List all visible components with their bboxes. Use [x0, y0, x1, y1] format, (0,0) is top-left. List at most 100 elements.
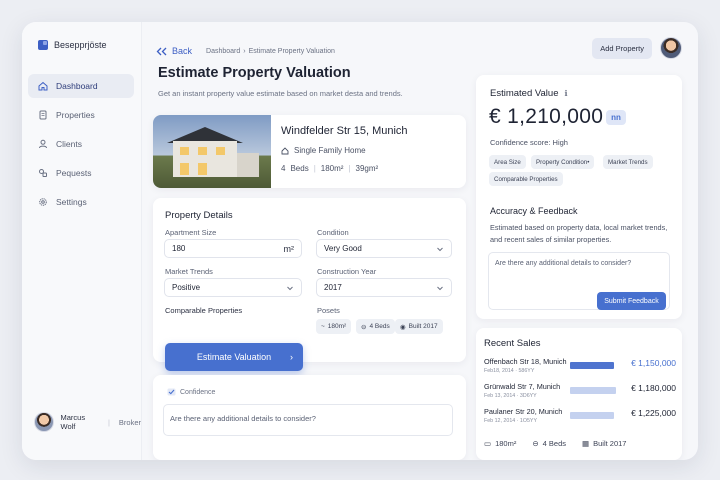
sidebar-item-label: Properties — [56, 110, 95, 120]
brand-logo-icon — [38, 40, 48, 50]
beds-chip[interactable]: ⊖ 4 Beds — [356, 319, 395, 334]
submit-feedback-button[interactable]: Submit Feedback — [597, 292, 666, 310]
gear-icon — [39, 198, 47, 206]
sale-row[interactable]: Grünwald Str 7, Munich Feb 13, 2014 · 3D… — [484, 382, 678, 404]
condition-select[interactable]: Very Good — [316, 239, 452, 258]
sale-row[interactable]: Paulaner Str 20, Munich Feb 12, 2014 · 1… — [484, 407, 678, 429]
sale-bar — [570, 362, 614, 369]
additional-details-input[interactable]: Are there any additional details to cons… — [163, 404, 453, 436]
sale-date: Feb18, 2014 · 586YY — [484, 368, 535, 374]
document-icon — [39, 110, 47, 120]
user-name: Marcus Wolf — [60, 413, 86, 431]
user-role: Broker — [118, 417, 141, 427]
sale-bar — [570, 387, 616, 394]
construction-year-label: Construction Year — [317, 267, 377, 276]
sale-address: Grünwald Str 7, Munich — [484, 382, 561, 391]
sale-bar — [570, 412, 614, 419]
comparable-properties-label: Comparable Properties — [165, 306, 243, 315]
factor-tag: Market Trends — [603, 155, 653, 169]
sidebar-item-pequests[interactable]: Pequests — [28, 161, 134, 185]
property-beds-count: 4 — [281, 164, 286, 173]
chevron-down-icon — [287, 286, 293, 291]
factor-tag: Area Size — [489, 155, 526, 169]
feedback-text: Estimated based on property data, local … — [490, 223, 668, 244]
area-chip[interactable]: ~ 180m² — [316, 319, 352, 334]
back-button[interactable]: Back — [156, 46, 192, 56]
condition-label: Condition — [317, 228, 349, 237]
sidebar-item-label: Settings — [56, 197, 87, 207]
back-label: Back — [172, 46, 193, 56]
eye-icon: ◉ — [400, 323, 406, 331]
property-type: Single Family Home — [294, 146, 366, 155]
property-address: Windfelder Str 15, Munich — [281, 125, 408, 137]
recent-sales-card: Recent Sales Offenbach Str 18, Munich Fe… — [476, 328, 682, 460]
topbar: Back Dashboard › Estimate Property Valua… — [156, 37, 682, 63]
property-details-card: Property Details Apartment Size 180 m² C… — [153, 198, 466, 371]
avatar — [34, 412, 54, 432]
info-icon[interactable]: ℹ — [564, 89, 567, 98]
bed-icon: ⊖ — [532, 439, 539, 448]
chevron-down-icon — [437, 247, 443, 252]
sale-price: € 1,225,000 — [631, 408, 676, 418]
sidebar-item-properties[interactable]: Properties — [28, 103, 134, 127]
factor-tag: Property Condition• — [531, 155, 595, 169]
value-badge: nn — [606, 110, 626, 125]
dash-icon: ~ — [321, 323, 325, 330]
breadcrumb-item[interactable]: Dashboard — [206, 48, 240, 55]
estimated-value-title: Estimated Value — [490, 88, 559, 99]
apartment-size-label: Apartment Size — [165, 228, 217, 237]
sales-summary: ▭ 180m² ⊖ 4 Beds ▦ Built 2017 — [484, 439, 627, 448]
property-beds-label: Beds — [290, 164, 309, 173]
breadcrumb-separator-icon: › — [243, 47, 246, 55]
bed-icon: ⊖ — [361, 323, 367, 331]
recent-sales-title: Recent Sales — [484, 338, 541, 349]
property-card[interactable]: Windfelder Str 15, Munich Single Family … — [153, 115, 466, 188]
confidence-card: Confidence Are there any additional deta… — [153, 375, 466, 460]
property-photo — [153, 115, 271, 188]
market-trends-label: Market Trends — [165, 267, 213, 276]
page-subtitle: Get an instant property value estimate b… — [158, 89, 403, 98]
construction-year-select[interactable]: 2017 — [316, 278, 452, 297]
avatar[interactable] — [660, 37, 682, 59]
sale-price: € 1,150,000 — [631, 358, 676, 368]
sidebar-item-label: Dashboard — [56, 81, 98, 91]
add-property-button[interactable]: Add Property — [592, 38, 652, 59]
home-type-icon — [281, 146, 289, 154]
estimate-valuation-button[interactable]: Estimate Valuation › — [165, 343, 303, 371]
sale-address: Paulaner Str 20, Munich — [484, 407, 563, 416]
chevron-down-icon — [437, 286, 443, 291]
posets-label: Posets — [317, 306, 340, 315]
app-window: Besepprjöste Dashboard Properties Client… — [22, 22, 698, 460]
sidebar-item-dashboard[interactable]: Dashboard — [28, 74, 134, 98]
sale-date: Feb 13, 2014 · 3D6YY — [484, 393, 537, 399]
user-profile[interactable]: Marcus Wolf | Broker — [34, 412, 141, 432]
feedback-title: Accuracy & Feedback — [490, 206, 578, 216]
home-icon — [38, 81, 48, 91]
sidebar: Besepprjöste Dashboard Properties Client… — [22, 22, 142, 460]
apartment-size-input[interactable]: 180 m² — [164, 239, 302, 258]
area-icon: ▭ — [484, 439, 492, 448]
sale-row[interactable]: Offenbach Str 18, Munich Feb18, 2014 · 5… — [484, 357, 678, 379]
confidence-label: Confidence — [180, 388, 216, 396]
factor-tag: Comparable Properties — [489, 172, 563, 186]
user-icon — [39, 139, 47, 149]
breadcrumb: Dashboard › Estimate Property Valuation — [206, 48, 335, 55]
brand[interactable]: Besepprjöste — [38, 40, 107, 50]
unit-label: m² — [283, 243, 295, 254]
requests-icon — [39, 169, 47, 177]
market-trends-select[interactable]: Positive — [164, 278, 302, 297]
sidebar-item-label: Clients — [56, 139, 82, 149]
brand-name: Besepprjöste — [54, 40, 107, 50]
chevron-right-icon: › — [290, 352, 293, 362]
check-icon — [167, 388, 176, 396]
calendar-icon: ▦ — [582, 439, 590, 448]
sidebar-item-clients[interactable]: Clients — [28, 132, 134, 156]
confidence-score: Confidence score: High — [490, 138, 568, 147]
section-title: Property Details — [165, 210, 233, 221]
property-area: 180m² — [320, 164, 344, 173]
sidebar-item-settings[interactable]: Settings — [28, 190, 134, 214]
sidebar-item-label: Pequests — [56, 168, 92, 178]
breadcrumb-item: Estimate Property Valuation — [248, 47, 335, 55]
sale-address: Offenbach Str 18, Munich — [484, 357, 567, 366]
built-chip[interactable]: ◉ Built 2017 — [395, 319, 443, 334]
